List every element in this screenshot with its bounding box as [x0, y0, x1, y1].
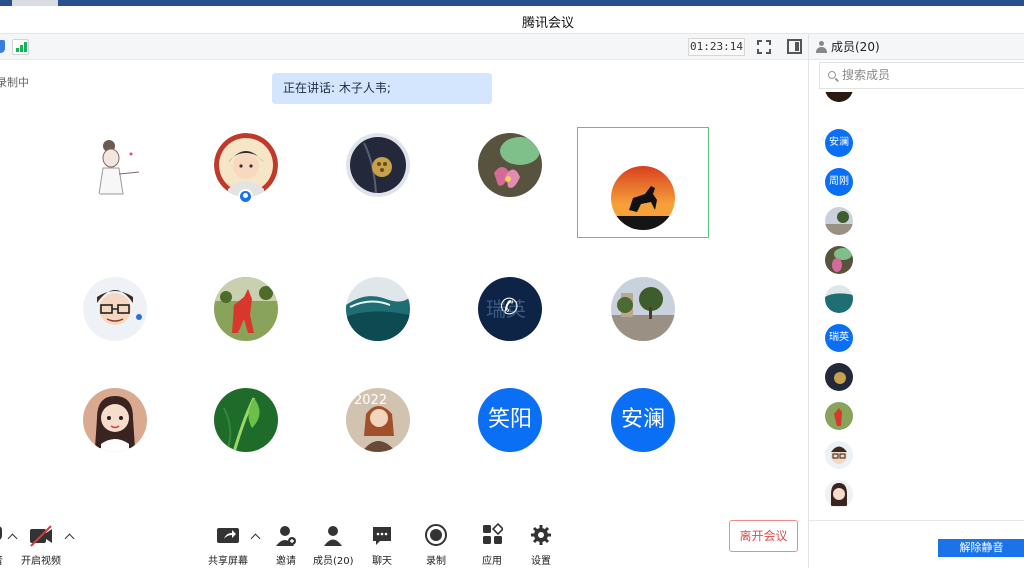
grid-tile[interactable]: 瑞英 ✆ — [478, 277, 542, 341]
sidebar-toggle-icon[interactable] — [787, 39, 802, 54]
avatar-horse-sunset — [611, 166, 675, 230]
member-orange[interactable] — [825, 92, 853, 102]
meeting-timer: 01:23:14 — [688, 38, 745, 56]
member-wave[interactable] — [825, 285, 853, 313]
meeting-toolstrip: 01:23:14 — [0, 34, 808, 60]
grid-tile[interactable] — [83, 277, 147, 341]
members-sidebar: 成员(20) 搜索成员 安澜 周刚 瑞英 解除静音 — [808, 34, 1024, 568]
search-icon — [828, 71, 836, 79]
speaking-indicator: 正在讲话: 木子人韦; — [272, 73, 492, 104]
recording-status: 录制中 — [0, 76, 29, 89]
member-glasses[interactable] — [825, 441, 853, 469]
meeting-main-area: 01:23:14 录制中 正在讲话: 木子人韦; 瑞英 ✆ 2022 笑阳 安澜… — [0, 34, 808, 568]
avatar-boy-red-ring — [214, 133, 278, 197]
svg-text:2022: 2022 — [354, 393, 387, 408]
invite-button[interactable]: 邀请 — [274, 520, 298, 567]
members-label: 成员(20) — [313, 556, 354, 567]
avatar-cartoon-girl — [83, 388, 147, 452]
member-list: 安澜 周刚 瑞英 — [809, 92, 1024, 520]
meeting-controls: 音 开启视频 共享屏幕 邀请 成员(20) 聊天 录制 — [0, 520, 808, 568]
member-lotus[interactable] — [825, 363, 853, 391]
grid-tile[interactable] — [346, 277, 410, 341]
member-search-input[interactable]: 搜索成员 — [819, 62, 1024, 89]
apps-button[interactable]: 应用 — [480, 520, 505, 567]
fullscreen-icon[interactable] — [757, 40, 771, 54]
grid-tile[interactable] — [611, 166, 675, 230]
grid-tile[interactable]: 2022 — [346, 388, 410, 452]
member-瑞英[interactable]: 瑞英 — [825, 324, 853, 352]
avatar-lotus-pod — [346, 133, 410, 197]
member-deer[interactable] — [825, 402, 853, 430]
window-title: 腾讯会议 — [521, 16, 574, 31]
grid-tile[interactable] — [214, 277, 278, 341]
chat-button[interactable]: 聊天 — [370, 520, 394, 567]
avatar-ocean-wave — [346, 277, 410, 341]
record-button[interactable]: 录制 — [424, 520, 448, 567]
grid-tile[interactable]: 笑阳 — [478, 388, 542, 452]
audio-options-caret-icon[interactable] — [7, 533, 18, 544]
chat-label: 聊天 — [372, 556, 392, 567]
member-search-placeholder: 搜索成员 — [842, 68, 891, 82]
unmute-all-button[interactable]: 解除静音 — [938, 539, 1024, 557]
member-flower[interactable] — [825, 246, 853, 274]
members-title: 成员(20) — [831, 40, 880, 54]
grid-tile[interactable]: 安澜 — [611, 388, 675, 452]
grid-tile[interactable] — [478, 133, 542, 197]
members-header: 成员(20) — [809, 34, 1024, 60]
grid-tile[interactable] — [611, 277, 675, 341]
avatar-street-trees — [611, 277, 675, 341]
start-video-button[interactable]: 开启视频 — [20, 520, 62, 567]
network-signal-icon[interactable] — [12, 39, 29, 55]
avatar-笑阳: 笑阳 — [478, 388, 542, 452]
leave-meeting-button[interactable]: 离开会议 — [729, 520, 798, 552]
start-video-label: 开启视频 — [21, 556, 61, 567]
member-cartoon[interactable] — [825, 480, 853, 508]
avatar-girl-2022: 2022 — [346, 388, 410, 452]
host-badge-icon — [238, 189, 253, 204]
security-shield-icon[interactable] — [0, 40, 5, 53]
avatar-sketch-girl — [83, 134, 147, 198]
grid-tile[interactable] — [214, 388, 278, 452]
video-options-caret-icon[interactable] — [64, 533, 75, 544]
title-bar: 腾讯会议 — [0, 6, 1024, 34]
avatar-安澜: 安澜 — [611, 388, 675, 452]
member-周刚[interactable]: 周刚 — [825, 168, 853, 196]
phone-icon: ✆ — [500, 295, 519, 320]
grid-tile[interactable] — [214, 133, 278, 204]
avatar-glasses-man — [83, 277, 147, 341]
settings-label: 设置 — [531, 556, 551, 567]
apps-label: 应用 — [482, 556, 502, 567]
grid-tile[interactable] — [346, 133, 410, 197]
sidebar-footer: 解除静音 — [809, 520, 1024, 568]
grid-tile[interactable] — [83, 134, 147, 198]
share-screen-button[interactable]: 共享屏幕 — [206, 520, 250, 567]
members-person-icon — [816, 41, 827, 53]
audio-label: 音 — [0, 552, 8, 567]
avatar-flower-pink — [478, 133, 542, 197]
member-安澜[interactable]: 安澜 — [825, 129, 853, 157]
avatar-phone-瑞英: 瑞英 ✆ — [478, 277, 542, 341]
share-options-caret-icon[interactable] — [250, 533, 261, 544]
avatar-deer-statue — [214, 277, 278, 341]
record-label: 录制 — [426, 556, 446, 567]
settings-button[interactable]: 设置 — [529, 520, 553, 567]
grid-tile[interactable] — [83, 388, 147, 452]
member-street[interactable] — [825, 207, 853, 235]
share-screen-label: 共享屏幕 — [208, 556, 248, 567]
invite-label: 邀请 — [276, 556, 296, 567]
members-button[interactable]: 成员(20) — [313, 520, 354, 567]
avatar-green-leaf — [214, 388, 278, 452]
audio-button[interactable]: 音 — [0, 520, 8, 567]
